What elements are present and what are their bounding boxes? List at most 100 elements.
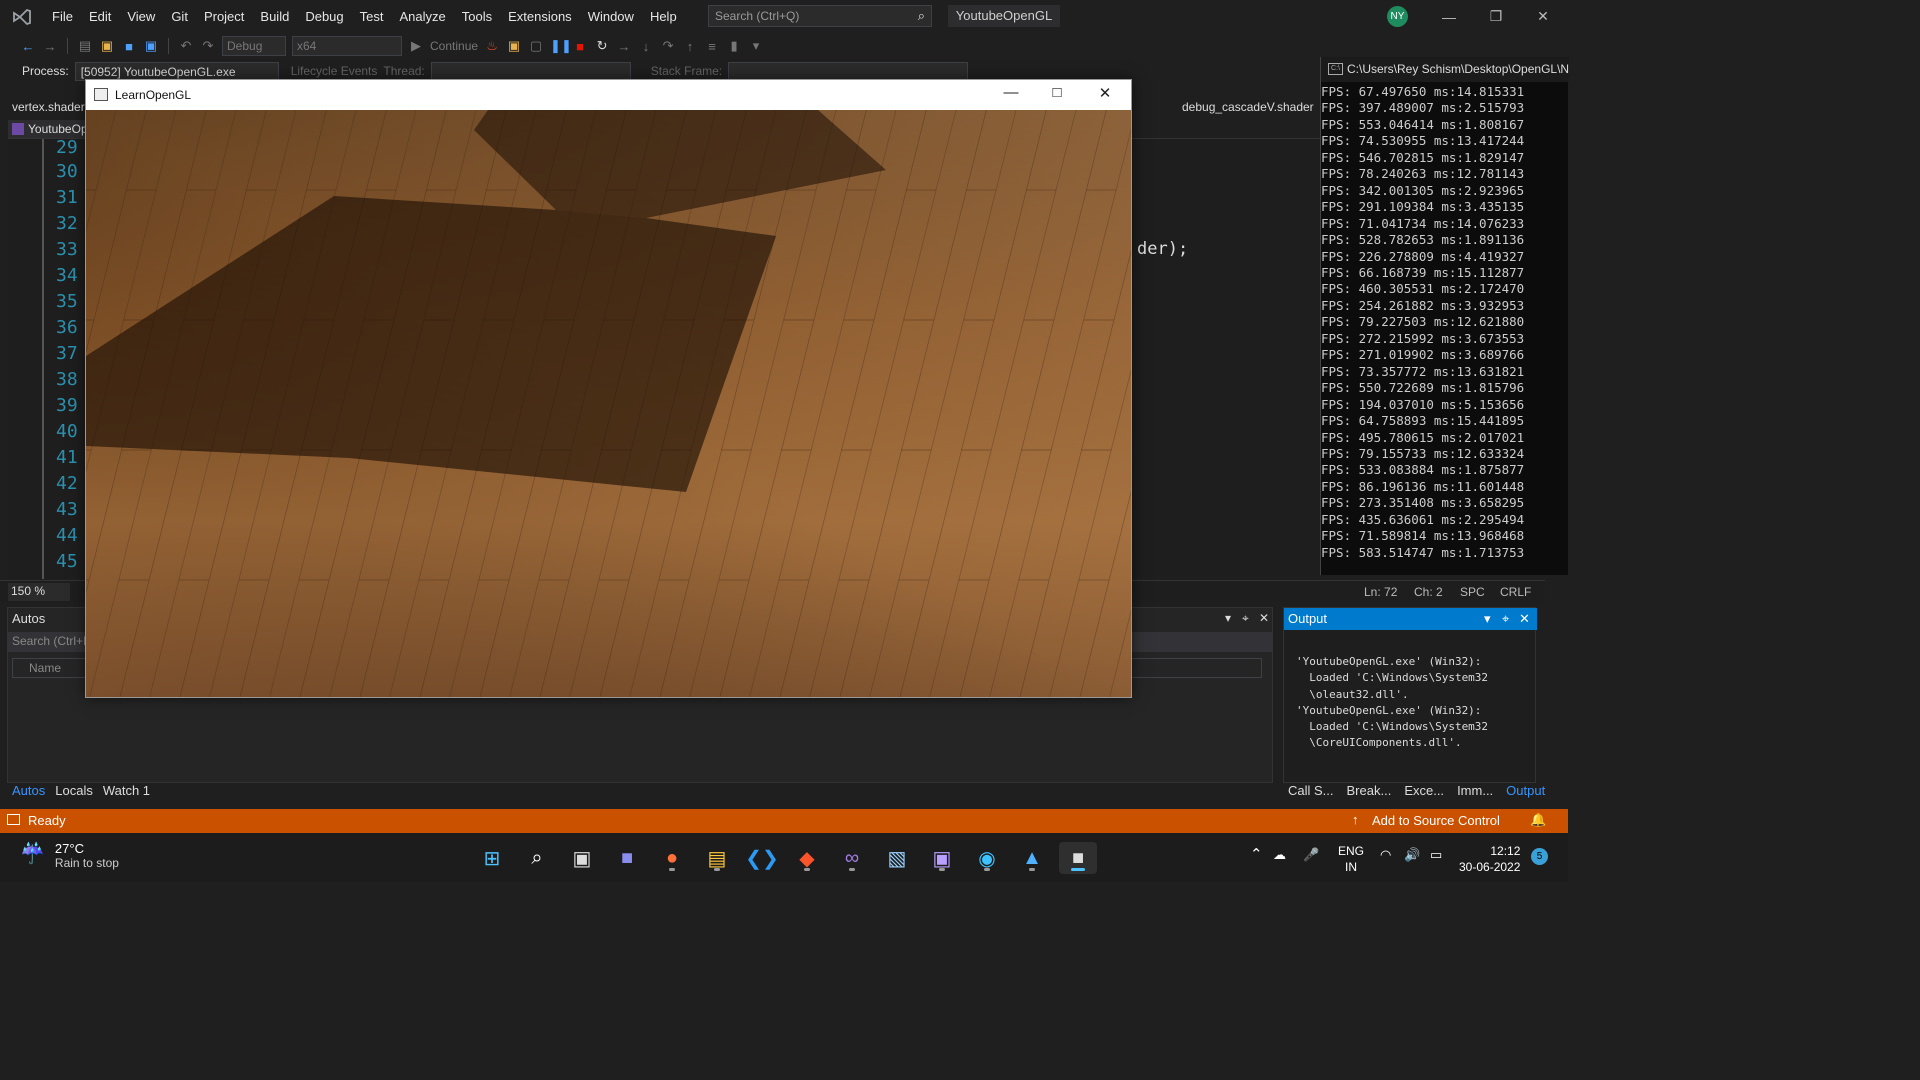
tab-vertex-shader[interactable]: vertex.shader — [12, 100, 85, 114]
file-explorer-icon[interactable]: ▤ — [701, 842, 733, 874]
step-out-icon[interactable]: ↑ — [682, 39, 698, 54]
menu-analyze[interactable]: Analyze — [391, 0, 453, 33]
notification-badge[interactable]: 5 — [1531, 848, 1548, 865]
save-icon[interactable]: ■ — [121, 39, 137, 54]
running-indicator — [984, 868, 990, 871]
open-folder-icon[interactable]: ▣ — [99, 38, 115, 54]
undo-icon[interactable]: ↶ — [178, 38, 194, 54]
notifications-icon[interactable]: 🔔 — [1530, 812, 1546, 828]
tab-call-stack[interactable]: Call S... — [1288, 783, 1334, 803]
play-icon[interactable]: ▶ — [408, 38, 424, 54]
lifecycle-events-dropdown[interactable]: Lifecycle Events — [291, 64, 378, 78]
config-dropdown[interactable]: Debug — [222, 36, 286, 56]
minimize-icon[interactable]: — — [1426, 0, 1472, 33]
visual-studio-logo-icon[interactable] — [0, 0, 44, 33]
bookmark-icon[interactable]: ▮ — [726, 38, 742, 54]
hot-reload-icon[interactable]: ♨ — [484, 38, 500, 54]
avatar[interactable]: NY — [1387, 6, 1408, 27]
menu-edit[interactable]: Edit — [81, 0, 119, 33]
battery-icon[interactable]: ▭ — [1430, 847, 1442, 863]
tab-autos[interactable]: Autos — [12, 783, 45, 803]
forward-icon[interactable]: → — [42, 39, 58, 54]
redo-icon[interactable]: ↷ — [200, 38, 216, 54]
search-input[interactable]: Search (Ctrl+Q) ⌕ — [708, 5, 932, 27]
close-panel-icon[interactable]: ✕ — [1519, 611, 1530, 627]
show-next-statement-icon[interactable]: → — [616, 39, 632, 54]
stop-icon[interactable]: ■ — [572, 39, 588, 54]
maximize-icon[interactable]: □ — [1034, 84, 1080, 106]
tab-watch-1[interactable]: Watch 1 — [103, 783, 150, 803]
menu-git[interactable]: Git — [163, 0, 196, 33]
file-navigation-tab[interactable]: YoutubeOp — [8, 120, 88, 138]
new-project-icon[interactable]: ▤ — [77, 38, 93, 54]
menu-file[interactable]: File — [44, 0, 81, 33]
process-dropdown[interactable]: [50952] YoutubeOpenGL.exe — [74, 61, 279, 81]
tab-breakpoints[interactable]: Break... — [1347, 783, 1392, 803]
tab-locals[interactable]: Locals — [55, 783, 93, 803]
screenshot-icon[interactable]: ▢ — [528, 38, 544, 54]
show-hidden-icons-icon[interactable]: ⌃ — [1250, 847, 1263, 863]
browser-icon[interactable]: ◉ — [971, 842, 1003, 874]
step-into-icon[interactable]: ↓ — [638, 39, 654, 54]
panel-dropdown-icon[interactable]: ▾ — [1225, 611, 1231, 625]
image-viewer-icon[interactable]: ▧ — [881, 842, 913, 874]
clock[interactable]: 12:12 30-06-2022 — [1459, 843, 1520, 875]
visual-studio-icon[interactable]: ∞ — [836, 842, 868, 874]
opengl-app-icon[interactable]: ■ — [1059, 842, 1097, 874]
weather-widget[interactable]: ☔ 27°C Rain to stop — [20, 841, 119, 870]
add-to-source-control-button[interactable]: Add to Source Control — [1372, 813, 1500, 828]
pin-icon[interactable]: ⌖ — [1242, 611, 1249, 626]
platform-dropdown[interactable]: x64 — [292, 36, 402, 56]
tab-immediate[interactable]: Imm... — [1457, 783, 1493, 803]
menu-window[interactable]: Window — [580, 0, 642, 33]
vscode-icon[interactable]: ❮❯ — [745, 842, 779, 874]
onedrive-icon[interactable]: ☁ — [1273, 847, 1286, 863]
firefox-icon[interactable]: ● — [656, 842, 688, 874]
close-icon[interactable]: ✕ — [1082, 84, 1128, 106]
terminal-icon[interactable]: ▣ — [926, 842, 958, 874]
menu-help[interactable]: Help — [642, 0, 685, 33]
continue-button[interactable]: Continue — [430, 39, 478, 53]
wifi-icon[interactable]: ◠ — [1380, 847, 1391, 863]
panel-dropdown-icon[interactable]: ▾ — [1484, 611, 1491, 627]
menu-tools[interactable]: Tools — [454, 0, 500, 33]
running-indicator — [849, 868, 855, 871]
menu-extensions[interactable]: Extensions — [500, 0, 580, 33]
tab-output[interactable]: Output — [1506, 783, 1545, 803]
close-icon[interactable]: ✕ — [1520, 0, 1566, 33]
menu-test[interactable]: Test — [352, 0, 392, 33]
pause-icon[interactable]: ❚❚ — [550, 38, 572, 54]
microphone-icon[interactable]: 🎤 — [1303, 847, 1319, 863]
window-title-bar[interactable]: LearnOpenGL — □ ✕ — [86, 80, 1131, 110]
back-icon[interactable]: ← — [20, 39, 36, 54]
folder-icon[interactable]: ▣ — [506, 38, 522, 54]
restart-icon[interactable]: ↻ — [594, 38, 610, 54]
step-over-icon[interactable]: ↷ — [660, 38, 676, 54]
zoom-dropdown[interactable]: 150 % — [8, 583, 70, 601]
menu-view[interactable]: View — [119, 0, 163, 33]
restore-icon[interactable]: ❐ — [1473, 0, 1519, 33]
tab-debug-cascadev-shader[interactable]: debug_cascadeV.shader — [1182, 100, 1314, 114]
more-tools-icon[interactable]: ▾ — [748, 38, 764, 54]
brave-icon[interactable]: ◆ — [791, 842, 823, 874]
photos-icon[interactable]: ▲ — [1016, 842, 1048, 874]
volume-icon[interactable]: 🔊 — [1404, 847, 1420, 863]
close-panel-icon[interactable]: ✕ — [1259, 611, 1269, 625]
scrollbar[interactable] — [1520, 660, 1530, 760]
threads-icon[interactable]: ≡ — [704, 39, 720, 54]
stack-frame-dropdown[interactable] — [728, 61, 969, 81]
save-all-icon[interactable]: ▣ — [143, 38, 159, 54]
menu-build[interactable]: Build — [252, 0, 297, 33]
pin-icon[interactable]: ⌖ — [1502, 611, 1509, 627]
opengl-render-canvas[interactable] — [86, 110, 1131, 697]
chat-icon[interactable]: ■ — [611, 842, 643, 874]
tab-exceptions[interactable]: Exce... — [1404, 783, 1444, 803]
menu-project[interactable]: Project — [196, 0, 252, 33]
minimize-icon[interactable]: — — [988, 84, 1034, 106]
menu-debug[interactable]: Debug — [297, 0, 351, 33]
search-icon[interactable]: ⌕ — [521, 842, 553, 874]
task-view-icon[interactable]: ▣ — [566, 842, 598, 874]
thread-dropdown[interactable] — [430, 61, 631, 81]
language-indicator[interactable]: ENG IN — [1338, 843, 1364, 875]
windows-start-icon[interactable]: ⊞ — [476, 842, 508, 874]
